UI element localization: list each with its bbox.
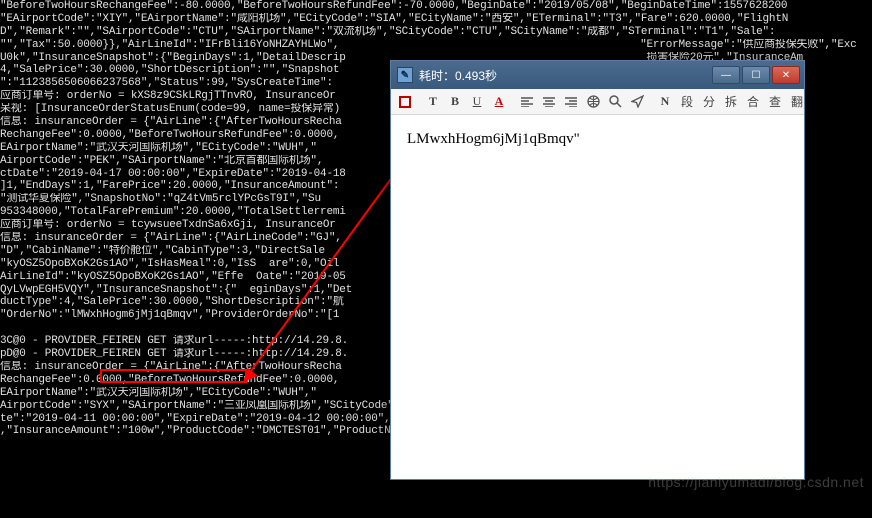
underline-button[interactable]: U [467, 92, 487, 112]
align-right-button[interactable] [561, 92, 581, 112]
titlebar[interactable]: ✎ 耗时：0.493秒 — ☐ ✕ [391, 61, 804, 89]
toolbar: T B U A N 段 分 拆 合 查 翻 [391, 89, 804, 115]
align-center-button[interactable] [539, 92, 559, 112]
nav-button[interactable]: N [655, 92, 675, 112]
editor-window: ✎ 耗时：0.493秒 — ☐ ✕ T B U A [390, 60, 805, 480]
find-button[interactable]: 查 [765, 92, 785, 112]
window-title: 耗时：0.493秒 [419, 67, 712, 84]
app-icon: ✎ [397, 67, 413, 83]
stop-icon [399, 96, 411, 108]
terminal-line: "BeforeTwoHoursRechangeFee":-80.0000,"Be… [0, 0, 872, 13]
merge-button[interactable]: 合 [743, 92, 763, 112]
translate-button[interactable]: 翻 [787, 92, 807, 112]
terminal-line: "EAirportCode":"XIY","EAirportName":"咸阳机… [0, 13, 872, 26]
split-button[interactable]: 分 [699, 92, 719, 112]
terminal-line: D","Remark":"","SAirportCode":"CTU","SAi… [0, 26, 872, 39]
maximize-button[interactable]: ☐ [742, 66, 770, 84]
align-left-button[interactable] [517, 92, 537, 112]
globe-button[interactable] [583, 92, 603, 112]
stop-button[interactable] [395, 92, 415, 112]
close-button[interactable]: ✕ [772, 66, 800, 84]
minimize-button[interactable]: — [712, 66, 740, 84]
globe-icon [587, 95, 600, 108]
search-button[interactable] [605, 92, 625, 112]
send-icon [631, 95, 644, 108]
bold-button[interactable]: B [445, 92, 465, 112]
segment-button[interactable]: 段 [677, 92, 697, 112]
align-left-icon [521, 97, 533, 107]
align-right-icon [565, 97, 577, 107]
search-icon [609, 95, 622, 108]
align-center-icon [543, 97, 555, 107]
disassemble-button[interactable]: 拆 [721, 92, 741, 112]
send-button[interactable] [627, 92, 647, 112]
font-color-button[interactable]: A [489, 92, 509, 112]
editor-textarea[interactable]: LMwxhHogm6jMj1qBmqv" [391, 115, 804, 479]
format-button[interactable]: T [423, 92, 443, 112]
editor-content: LMwxhHogm6jMj1qBmqv" [407, 131, 580, 147]
terminal-line: "","Tax":50.0000}},"AirLineId":"IFrBli16… [0, 39, 872, 52]
